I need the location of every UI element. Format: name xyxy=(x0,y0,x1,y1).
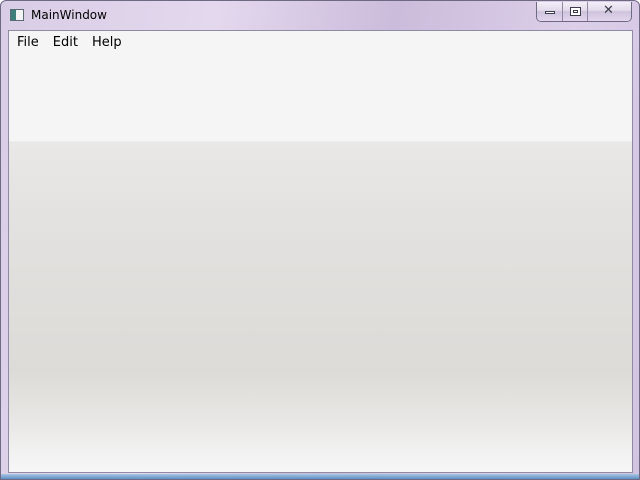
window-title: MainWindow xyxy=(31,8,107,22)
minimize-icon xyxy=(545,11,555,14)
client-area: File Edit Help xyxy=(8,30,633,473)
minimize-button[interactable] xyxy=(537,2,563,21)
caption-buttons: ✕ xyxy=(536,2,632,22)
menu-bar: File Edit Help xyxy=(9,31,129,55)
maximize-icon xyxy=(570,7,581,16)
close-icon: ✕ xyxy=(603,3,614,18)
menu-file[interactable]: File xyxy=(10,32,46,54)
maximize-button[interactable] xyxy=(563,2,588,21)
main-window: MainWindow ✕ File Edit Help xyxy=(0,0,640,480)
title-bar[interactable]: MainWindow ✕ xyxy=(1,1,639,29)
menu-help[interactable]: Help xyxy=(85,32,129,54)
close-button[interactable]: ✕ xyxy=(588,2,631,21)
app-window-icon[interactable] xyxy=(10,9,24,21)
menu-edit[interactable]: Edit xyxy=(46,32,85,54)
